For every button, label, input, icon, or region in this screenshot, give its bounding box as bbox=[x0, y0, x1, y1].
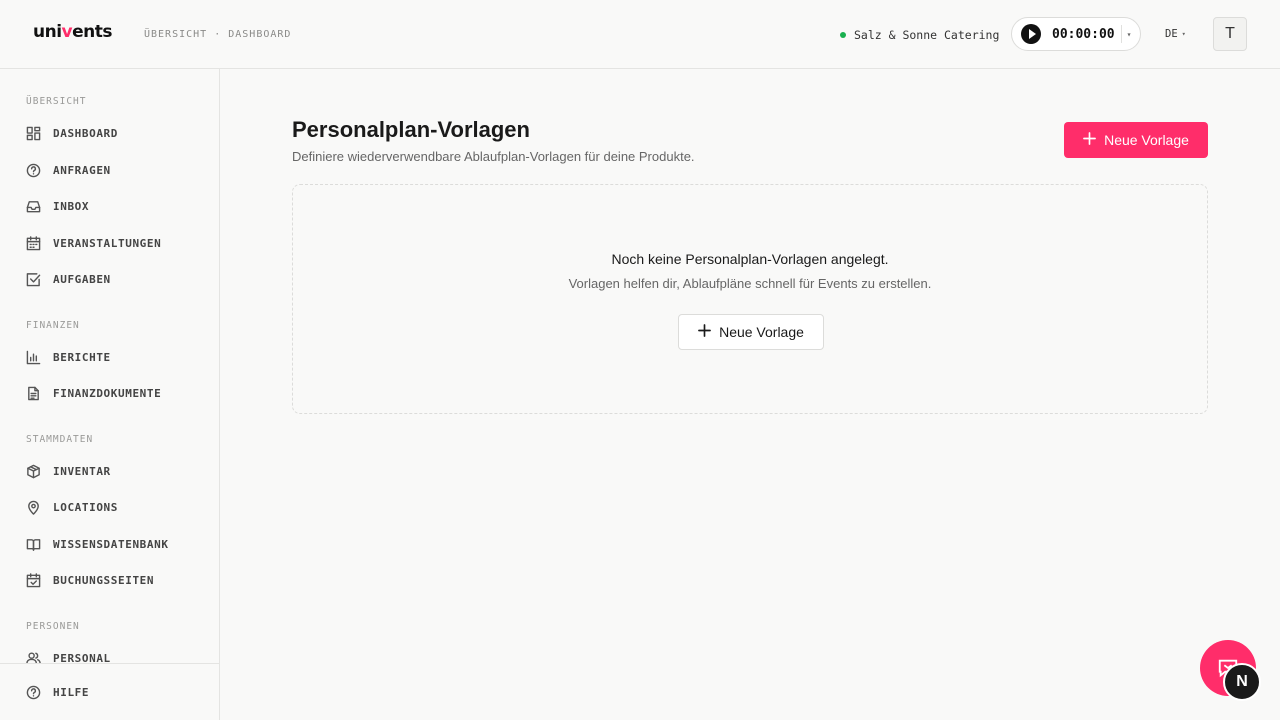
sidebar-item-label: BERICHTE bbox=[53, 350, 111, 364]
checkbox-icon bbox=[26, 272, 41, 286]
calendar-check-icon bbox=[26, 572, 41, 587]
sidebar-item-label: INBOX bbox=[53, 199, 90, 213]
button-label: Neue Vorlage bbox=[719, 324, 804, 340]
sidebar-item-label: AUFGABEN bbox=[53, 272, 111, 286]
sidebar-item-wissensdatenbank[interactable]: WISSENSDATENBANK bbox=[26, 534, 169, 554]
sidebar-footer: HILFE bbox=[0, 663, 219, 720]
section-label-overview: ÜBERSICHT bbox=[26, 96, 87, 107]
page-subtitle: Definiere wiederverwendbare Ablaufplan-V… bbox=[292, 149, 695, 164]
button-label: Neue Vorlage bbox=[1104, 132, 1189, 148]
empty-state-title: Noch keine Personalplan-Vorlagen angeleg… bbox=[611, 251, 889, 267]
section-label-people: PERSONEN bbox=[26, 621, 80, 632]
sidebar-item-hilfe[interactable]: HILFE bbox=[26, 682, 89, 702]
document-icon bbox=[28, 386, 39, 400]
page-title: Personalplan-Vorlagen bbox=[292, 117, 530, 142]
top-bar: univents ÜBERSICHT · DASHBOARD Salz & So… bbox=[0, 0, 1280, 69]
sidebar-item-label: DASHBOARD bbox=[53, 126, 119, 140]
sidebar-item-buchungsseiten[interactable]: BUCHUNGSSEITEN bbox=[26, 570, 154, 590]
chevron-down-icon: ▾ bbox=[1181, 30, 1186, 38]
time-tracker: 00:00:00 ▾ bbox=[1011, 17, 1141, 51]
section-label-finance: FINANZEN bbox=[26, 320, 80, 331]
dashboard-icon bbox=[26, 126, 41, 140]
language-label: DE bbox=[1165, 28, 1178, 40]
map-pin-icon bbox=[28, 500, 39, 515]
play-icon[interactable] bbox=[1021, 24, 1041, 44]
help-circle-icon bbox=[26, 163, 41, 177]
sidebar-item-inbox[interactable]: INBOX bbox=[26, 196, 89, 216]
sidebar-item-label: WISSENSDATENBANK bbox=[53, 537, 169, 551]
sidebar: ÜBERSICHT DASHBOARD ANFRAGEN INBOX VERAN… bbox=[0, 69, 220, 720]
sidebar-item-label: VERANSTALTUNGEN bbox=[53, 236, 162, 250]
company-name: Salz & Sonne Catering bbox=[854, 28, 1000, 42]
sidebar-item-label: FINANZDOKUMENTE bbox=[53, 386, 162, 400]
empty-state-new-template-button[interactable]: Neue Vorlage bbox=[678, 314, 824, 350]
inbox-icon bbox=[26, 200, 41, 212]
plus-icon bbox=[698, 324, 711, 340]
section-label-master: STAMMDATEN bbox=[26, 434, 94, 445]
sidebar-item-anfragen[interactable]: ANFRAGEN bbox=[26, 160, 111, 180]
sidebar-item-finanzdokumente[interactable]: FINANZDOKUMENTE bbox=[26, 383, 161, 403]
avatar[interactable]: T bbox=[1213, 17, 1247, 51]
calendar-icon bbox=[26, 235, 41, 250]
sidebar-item-inventar[interactable]: INVENTAR bbox=[26, 461, 111, 481]
chevron-down-icon[interactable]: ▾ bbox=[1127, 30, 1132, 39]
sidebar-item-label: HILFE bbox=[53, 685, 90, 699]
status-dot bbox=[840, 32, 846, 38]
empty-state: Noch keine Personalplan-Vorlagen angeleg… bbox=[292, 184, 1208, 414]
logo-accent: v bbox=[61, 22, 73, 42]
sidebar-item-label: ANFRAGEN bbox=[53, 163, 111, 177]
sidebar-item-berichte[interactable]: BERICHTE bbox=[26, 347, 111, 367]
logo[interactable]: univents bbox=[33, 22, 113, 42]
breadcrumb: ÜBERSICHT · DASHBOARD bbox=[144, 29, 292, 40]
sidebar-item-label: LOCATIONS bbox=[53, 500, 119, 514]
logo-part: uni bbox=[33, 22, 62, 42]
book-open-icon bbox=[26, 538, 41, 551]
sidebar-item-label: BUCHUNGSSEITEN bbox=[53, 573, 155, 587]
sidebar-item-dashboard[interactable]: DASHBOARD bbox=[26, 123, 118, 143]
sidebar-item-locations[interactable]: LOCATIONS bbox=[26, 497, 118, 517]
bar-chart-icon bbox=[26, 350, 41, 364]
plus-icon bbox=[1083, 132, 1096, 148]
sidebar-item-aufgaben[interactable]: AUFGABEN bbox=[26, 269, 111, 289]
empty-state-subtitle: Vorlagen helfen dir, Ablaufpläne schnell… bbox=[568, 276, 932, 291]
notification-badge[interactable]: N bbox=[1223, 663, 1261, 701]
sidebar-item-veranstaltungen[interactable]: VERANSTALTUNGEN bbox=[26, 233, 161, 253]
new-template-button[interactable]: Neue Vorlage bbox=[1064, 122, 1208, 158]
logo-part: ents bbox=[72, 22, 113, 42]
timer-value: 00:00:00 bbox=[1052, 26, 1115, 42]
company-selector[interactable]: Salz & Sonne Catering bbox=[840, 28, 999, 42]
divider bbox=[1120, 25, 1122, 43]
help-circle-icon bbox=[26, 685, 41, 699]
language-selector[interactable]: DE ▾ bbox=[1165, 28, 1186, 40]
sidebar-item-label: INVENTAR bbox=[53, 464, 111, 478]
package-icon bbox=[27, 464, 40, 478]
